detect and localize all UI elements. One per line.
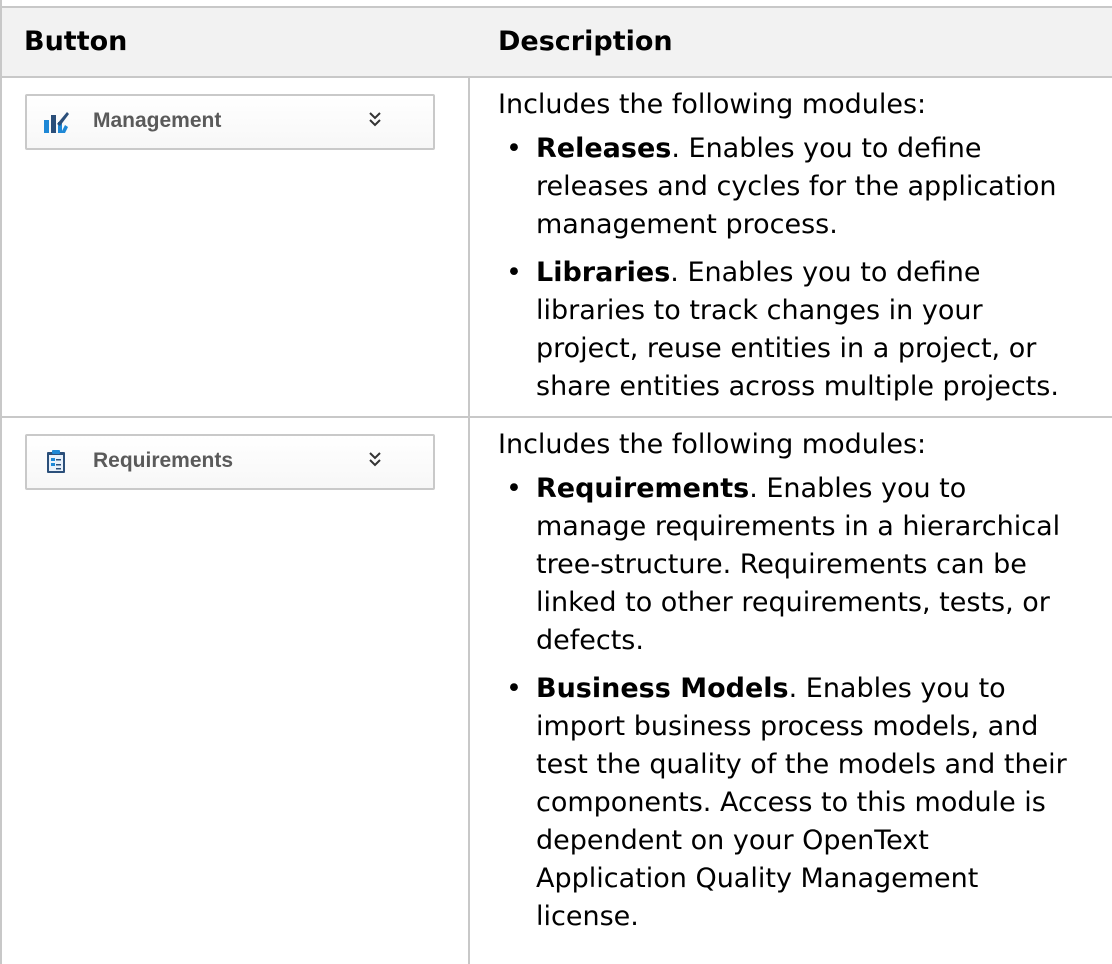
module-term-releases: Releases	[536, 133, 672, 164]
bullet-icon: •	[506, 257, 522, 288]
requirements-clipboard-icon	[47, 450, 65, 473]
table-row: Management Includes the following module…	[2, 78, 1112, 418]
list-item: • Requirements. Enables you to manage re…	[498, 470, 1110, 660]
module-table: Button Description Management Includes t…	[0, 0, 1112, 964]
requirements-description: Includes the following modules: • Requir…	[498, 426, 1110, 946]
list-item: • Business Models. Enables you to import…	[498, 670, 1110, 936]
header-description: Description	[498, 26, 673, 57]
bullet-icon: •	[506, 673, 522, 704]
management-module-list: • Releases. Enables you to define releas…	[498, 130, 1110, 406]
management-button[interactable]: Management	[25, 94, 435, 150]
module-term-business-models: Business Models	[536, 673, 789, 704]
management-chart-icon	[44, 112, 69, 133]
module-term-libraries: Libraries	[536, 257, 671, 288]
list-item: • Releases. Enables you to define releas…	[498, 130, 1110, 244]
requirements-intro: Includes the following modules:	[498, 429, 927, 460]
requirements-module-list: • Requirements. Enables you to manage re…	[498, 470, 1110, 936]
requirements-button-label: Requirements	[93, 449, 234, 472]
management-intro: Includes the following modules:	[498, 89, 927, 120]
table-header-row: Button Description	[2, 6, 1112, 78]
table-row: Requirements Includes the following modu…	[2, 418, 1112, 964]
management-button-label: Management	[93, 109, 222, 132]
management-description: Includes the following modules: • Releas…	[498, 86, 1110, 416]
module-term-requirements: Requirements	[536, 473, 750, 504]
header-button: Button	[24, 26, 128, 57]
requirements-button[interactable]: Requirements	[25, 434, 435, 490]
double-chevron-down-icon	[369, 112, 381, 127]
bullet-icon: •	[506, 133, 522, 164]
list-item: • Libraries. Enables you to define libra…	[498, 254, 1110, 406]
double-chevron-down-icon	[369, 452, 381, 467]
bullet-icon: •	[506, 473, 522, 504]
